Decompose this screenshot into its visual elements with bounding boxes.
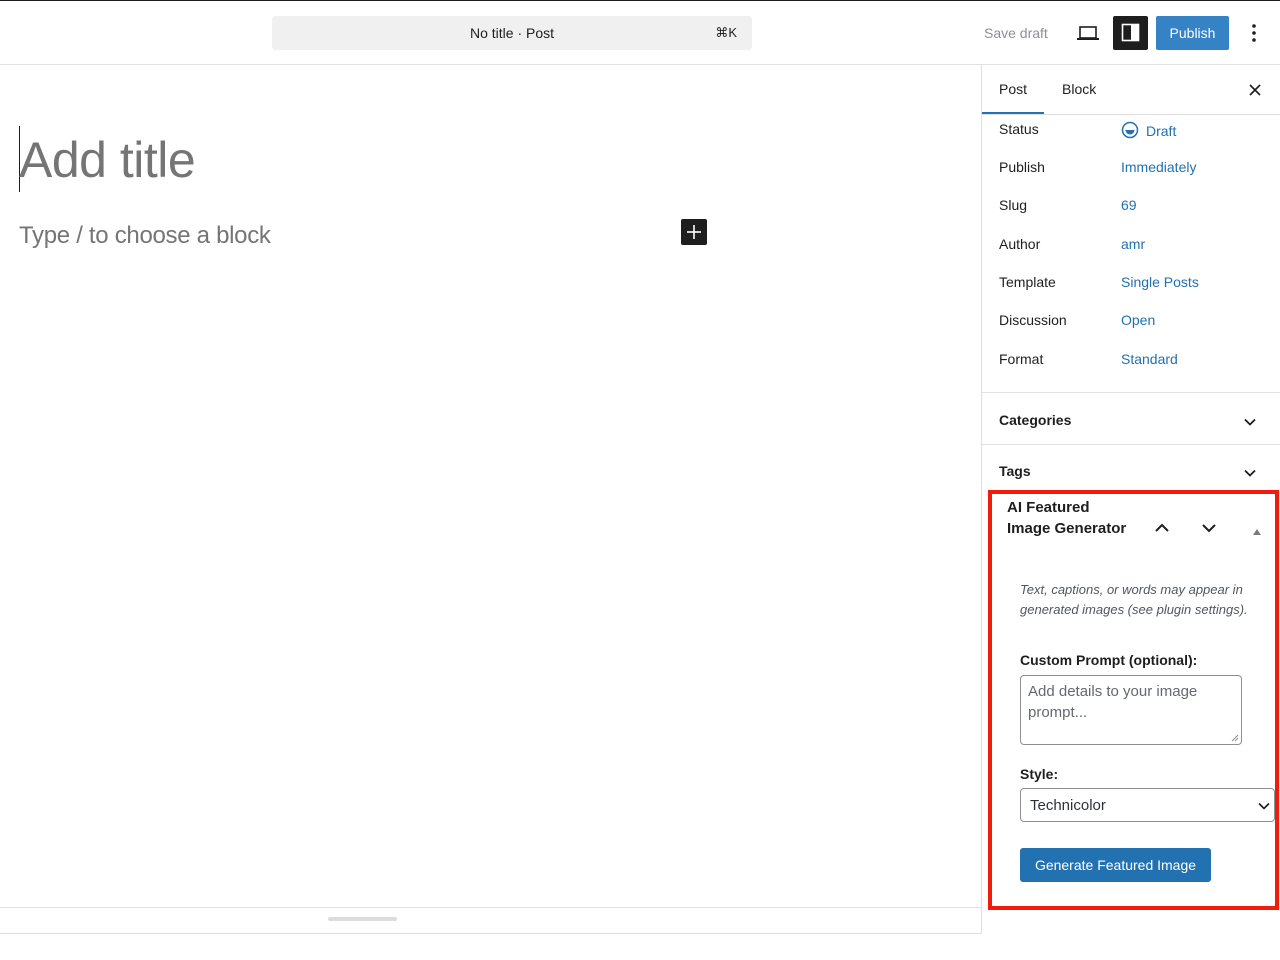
categories-panel[interactable]: Categories [982, 392, 1280, 444]
summary-label: Publish [999, 159, 1045, 175]
summary-row-template: Template Single Posts [999, 274, 1269, 294]
publish-date-button[interactable]: Immediately [1121, 159, 1196, 175]
publish-label: Publish [1169, 25, 1216, 41]
ai-panel-title: AI Featured Image Generator [1007, 499, 1127, 537]
summary-row-publish: Publish Immediately [999, 159, 1269, 179]
close-icon[interactable] [1244, 79, 1266, 101]
save-draft-button[interactable]: Save draft [984, 25, 1048, 41]
desktop-preview-icon[interactable] [1073, 19, 1103, 49]
custom-prompt-label: Custom Prompt (optional): [1020, 652, 1198, 668]
editor-canvas: Add title Type / to choose a block [0, 65, 981, 908]
sidebar-toggle-icon[interactable] [1113, 16, 1148, 50]
style-selected-value: Technicolor [1030, 797, 1106, 814]
status-value-button[interactable]: Draft [1121, 121, 1176, 139]
tags-panel[interactable]: Tags [982, 444, 1280, 494]
summary-row-discussion: Discussion Open [999, 312, 1269, 332]
custom-prompt-placeholder: Add details to your image prompt... [1028, 683, 1198, 721]
style-label: Style: [1020, 766, 1059, 782]
tab-block[interactable]: Block [1062, 81, 1096, 97]
resize-grip-icon[interactable] [1230, 733, 1239, 742]
summary-row-author: Author amr [999, 236, 1269, 256]
summary-row-slug: Slug 69 [999, 197, 1269, 217]
active-tab-indicator [982, 112, 1044, 114]
sidebar-tabs: Post Block [982, 65, 1280, 115]
editor-header: No title · Post ⌘K Save draft Publish [0, 0, 1280, 65]
summary-label: Discussion [999, 312, 1067, 328]
summary-row-format: Format Standard [999, 351, 1269, 371]
chevron-down-icon [1258, 802, 1270, 810]
command-shortcut: ⌘K [715, 25, 737, 40]
author-button[interactable]: amr [1121, 236, 1145, 252]
ai-notice-text: Text, captions, or words may appear in g… [1020, 582, 1248, 617]
panel-title: Categories [999, 412, 1072, 428]
editor-footer [0, 907, 981, 934]
resize-handle[interactable] [328, 917, 397, 921]
command-palette-button[interactable]: No title · Post ⌘K [272, 16, 752, 50]
summary-label: Status [999, 121, 1039, 137]
summary-label: Author [999, 236, 1041, 252]
command-palette-text: No title · Post [469, 25, 555, 41]
block-inserter-plus-icon[interactable] [681, 219, 707, 245]
summary-label: Template [999, 274, 1056, 290]
custom-prompt-textarea[interactable]: Add details to your image prompt... [1020, 675, 1242, 745]
move-down-icon[interactable] [1199, 518, 1219, 538]
summary-row-status: Status Draft [999, 121, 1269, 141]
generate-label: Generate Featured Image [1034, 857, 1197, 873]
format-button[interactable]: Standard [1121, 351, 1178, 367]
status-value: Draft [1146, 123, 1177, 139]
post-title-input[interactable]: Add title [19, 131, 196, 189]
generate-featured-image-button[interactable]: Generate Featured Image [1020, 848, 1211, 882]
tab-post[interactable]: Post [999, 81, 1027, 97]
slug-button[interactable]: 69 [1121, 197, 1137, 213]
chevron-down-icon [1244, 418, 1256, 426]
block-appender[interactable]: Type / to choose a block [19, 222, 271, 250]
draft-status-icon [1121, 121, 1139, 139]
summary-label: Format [999, 351, 1044, 367]
summary-label: Slug [999, 197, 1028, 213]
template-button[interactable]: Single Posts [1121, 274, 1199, 290]
chevron-down-icon [1244, 469, 1256, 477]
panel-title: Tags [999, 463, 1031, 479]
publish-button[interactable]: Publish [1156, 16, 1229, 50]
collapse-triangle-icon[interactable] [1252, 523, 1262, 535]
discussion-button[interactable]: Open [1121, 312, 1155, 328]
move-up-icon[interactable] [1152, 518, 1172, 538]
more-options-icon[interactable] [1244, 19, 1264, 47]
style-select[interactable]: Technicolor [1020, 788, 1275, 822]
